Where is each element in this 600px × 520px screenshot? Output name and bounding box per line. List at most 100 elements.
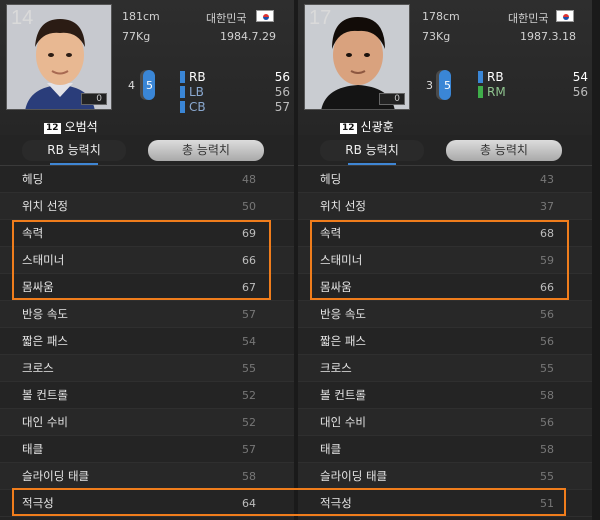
stat-row-short-pass: 짧은 패스 54 [0, 328, 294, 355]
stat-row-strength: 몸싸움 67 [0, 274, 294, 301]
stat-label: 반응 속도 [320, 307, 366, 321]
stat-row-reactions: 반응 속도 57 [0, 301, 294, 328]
stat-label: 스태미너 [22, 253, 65, 267]
stat-label: 슬라이딩 태클 [320, 469, 388, 483]
stat-label: 헤딩 [320, 172, 342, 186]
stat-label: 크로스 [22, 361, 54, 375]
position-color-marker [180, 86, 185, 98]
stat-value: 56 [540, 308, 554, 321]
stat-label: 크로스 [320, 361, 352, 375]
stat-tabs: RB 능력치 총 능력치 [298, 140, 592, 166]
tab-position-stats[interactable]: RB 능력치 [22, 140, 126, 165]
stat-value: 51 [540, 497, 554, 510]
nationality-text: 대한민국 [508, 12, 549, 25]
stat-row-ball-control: 볼 컨트롤 58 [298, 382, 592, 409]
height-text: 181cm [122, 10, 160, 23]
tab-position-stats[interactable]: RB 능력치 [320, 140, 424, 165]
weight-text: 77Kg [122, 30, 151, 43]
stat-value: 52 [242, 416, 256, 429]
stat-label: 몸싸움 [22, 280, 54, 294]
stat-row-marking: 대인 수비 56 [298, 409, 592, 436]
position-value: 56 [572, 85, 588, 99]
position-value: 54 [572, 70, 588, 84]
stat-value: 67 [242, 281, 256, 294]
player-card-right: 17 0 12 신광훈 178cm 73Kg 대한민국 1987.3.18 3 5… [298, 0, 592, 520]
position-code: LB [189, 85, 204, 99]
stat-value: 59 [540, 254, 554, 267]
position-code: RB [189, 70, 206, 84]
position-color-marker [478, 71, 483, 83]
tab-total-stats[interactable]: 총 능력치 [148, 140, 264, 161]
stat-value: 66 [242, 254, 256, 267]
weight-text: 73Kg [422, 30, 451, 43]
position-row-cb: CB 57 [180, 100, 290, 115]
position-row-lb: LB 56 [180, 85, 290, 100]
stat-label: 대인 수비 [320, 415, 366, 429]
position-color-marker [180, 71, 185, 83]
stat-row-marking: 대인 수비 52 [0, 409, 294, 436]
stat-label: 위치 선정 [320, 199, 366, 213]
position-value: 56 [274, 70, 290, 84]
stat-value: 54 [242, 335, 256, 348]
stat-value: 55 [242, 362, 256, 375]
stat-value: 50 [242, 200, 256, 213]
position-badge: 12 [340, 123, 357, 134]
korea-flag-icon [256, 10, 274, 22]
tab-total-stats[interactable]: 총 능력치 [446, 140, 562, 161]
stat-row-aggression: 적극성 64 [0, 490, 294, 517]
stat-value: 66 [540, 281, 554, 294]
stat-value: 43 [540, 173, 554, 186]
stat-row-strength: 몸싸움 66 [298, 274, 592, 301]
position-color-marker [180, 101, 185, 113]
position-value: 56 [274, 85, 290, 99]
player-header: 17 0 12 신광훈 178cm 73Kg 대한민국 1987.3.18 3 5… [298, 0, 592, 135]
stat-value: 57 [242, 308, 256, 321]
stat-row-reactions: 반응 속도 56 [298, 301, 592, 328]
player-header: 14 0 12 오범석 181cm 77Kg 대한민국 1984.7.29 4 5 [0, 0, 294, 135]
stat-label: 적극성 [22, 496, 54, 510]
position-code: RB [487, 70, 504, 84]
stat-row-positioning: 위치 선정 37 [298, 193, 592, 220]
stat-value: 48 [242, 173, 256, 186]
stat-value: 56 [540, 416, 554, 429]
stat-row-heading: 헤딩 48 [0, 166, 294, 193]
position-code: CB [189, 100, 206, 114]
stat-value: 58 [540, 443, 554, 456]
birthdate-text: 1984.7.29 [220, 30, 276, 43]
player-name: 신광훈 [360, 120, 394, 134]
position-row-rb: RB 56 [180, 70, 290, 85]
stat-value: 58 [540, 389, 554, 402]
right-foot-value: 5 [146, 79, 153, 92]
stat-label: 짧은 패스 [320, 334, 366, 348]
stat-value: 57 [242, 443, 256, 456]
stat-row-crossing: 크로스 55 [298, 355, 592, 382]
stat-label: 볼 컨트롤 [22, 388, 68, 402]
left-foot-value: 3 [426, 79, 433, 92]
stat-label: 몸싸움 [320, 280, 352, 294]
stat-row-short-pass: 짧은 패스 56 [298, 328, 592, 355]
stat-row-tackle: 태클 57 [0, 436, 294, 463]
stat-label: 반응 속도 [22, 307, 68, 321]
position-row-rm: RM 56 [478, 85, 588, 100]
player-name-tag: 12 오범석 [44, 118, 98, 135]
player-photo: 17 0 [304, 4, 410, 110]
stat-value: 58 [242, 470, 256, 483]
stat-value: 37 [540, 200, 554, 213]
stat-value: 68 [540, 227, 554, 240]
stat-row-tackle: 태클 58 [298, 436, 592, 463]
overall-rating-box: 0 [379, 93, 405, 105]
stat-label: 속력 [320, 226, 342, 240]
position-code: RM [487, 85, 506, 99]
jersey-number: 17 [309, 7, 332, 29]
stat-row-aggression: 적극성 51 [298, 490, 592, 517]
jersey-number: 14 [11, 7, 34, 29]
overall-rating-box: 0 [81, 93, 107, 105]
stat-label: 짧은 패스 [22, 334, 68, 348]
nationality-text: 대한민국 [206, 12, 247, 25]
stat-value: 55 [540, 470, 554, 483]
player-card-left: 14 0 12 오범석 181cm 77Kg 대한민국 1984.7.29 4 5 [0, 0, 294, 520]
stat-value: 52 [242, 389, 256, 402]
stat-value: 55 [540, 362, 554, 375]
stat-row-sliding-tackle: 슬라이딩 태클 58 [0, 463, 294, 490]
stat-label: 속력 [22, 226, 44, 240]
